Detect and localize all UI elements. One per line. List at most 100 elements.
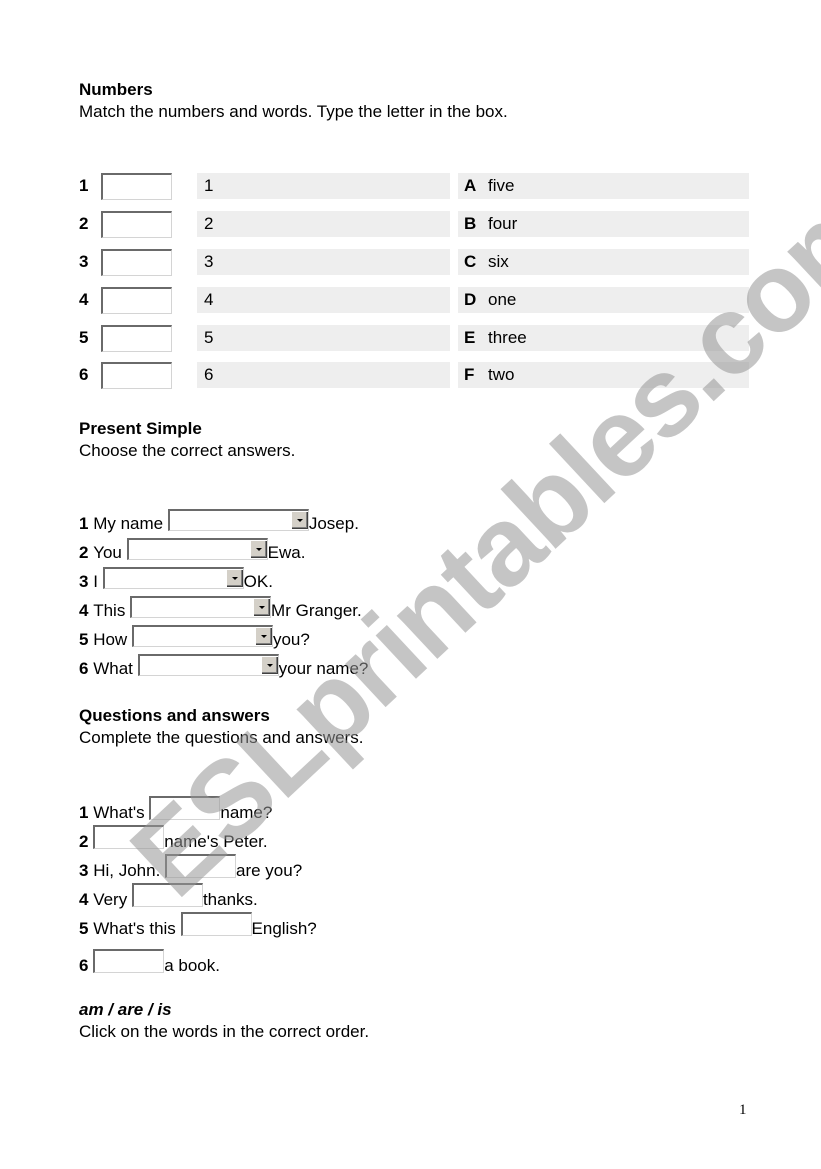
item-number: 5 [79, 630, 89, 649]
word-order-title: am / are / is [79, 1000, 172, 1019]
answer-letter-input[interactable] [101, 173, 172, 200]
item-number: 2 [79, 214, 89, 233]
answer-letter-input[interactable] [101, 325, 172, 352]
answer-letter-input[interactable] [101, 287, 172, 314]
answer-letter-input[interactable] [101, 211, 172, 238]
item-number: 4 [79, 601, 89, 620]
word-cell: Afive [458, 173, 749, 199]
sentence-item: 6 a book. [79, 949, 220, 975]
number-value: 6 [204, 365, 214, 384]
answer-text-input[interactable] [165, 854, 237, 878]
sentence-after: Josep. [308, 514, 359, 533]
number-value: 2 [204, 214, 214, 233]
answer-dropdown[interactable] [131, 625, 273, 647]
answer-text-input[interactable] [149, 796, 221, 820]
answer-letter-input[interactable] [101, 362, 172, 389]
chevron-down-icon[interactable] [254, 627, 272, 645]
sentence-after: a book. [164, 956, 220, 975]
sentence-item: 1 What's name? [79, 796, 272, 822]
item-number: 6 [79, 956, 89, 975]
sentence-item: 4 Very thanks. [79, 883, 258, 909]
sentence-after: name's Peter. [164, 832, 268, 851]
word-cell: Ethree [458, 325, 749, 351]
word-cell: Bfour [458, 211, 749, 237]
word-cell: Done [458, 287, 749, 313]
questions-title: Questions and answers [79, 706, 270, 725]
sentence-before: What's [93, 803, 150, 822]
sentence-item: 3 Hi, John. are you? [79, 854, 302, 880]
chevron-down-icon[interactable] [225, 569, 243, 587]
item-number: 1 [79, 514, 89, 533]
page-number: 1 [739, 1102, 747, 1118]
number-cell: 3 [197, 249, 450, 275]
word-letter: A [464, 176, 477, 195]
answer-dropdown[interactable] [130, 596, 272, 618]
word-value: five [488, 176, 515, 195]
word-letter: E [464, 328, 476, 347]
number-cell: 6 [197, 362, 450, 388]
questions-instruction: Complete the questions and answers. [79, 728, 364, 747]
sentence-after: Mr Granger. [271, 601, 362, 620]
match-row: 6 6 Ftwo [79, 362, 759, 389]
word-cell: Ftwo [458, 362, 749, 388]
sentence-item: 5 How you? [79, 625, 310, 651]
sentence-item: 5 What's this English? [79, 912, 317, 938]
chevron-down-icon[interactable] [253, 598, 271, 616]
answer-text-input[interactable] [180, 912, 252, 936]
answer-text-input[interactable] [93, 825, 165, 849]
item-number: 1 [79, 176, 89, 195]
sentence-before: What [93, 659, 138, 678]
sentence-after: name? [220, 803, 273, 822]
word-letter: F [464, 365, 475, 384]
item-number: 3 [79, 861, 89, 880]
sentence-after: English? [251, 919, 317, 938]
sentence-item: 3 I OK. [79, 567, 273, 593]
chevron-down-icon[interactable] [290, 511, 308, 529]
present-simple-title: Present Simple [79, 419, 202, 438]
item-number: 3 [79, 572, 89, 591]
sentence-before: What's this [93, 919, 181, 938]
sentence-item: 2 You Ewa. [79, 538, 305, 564]
sentence-item: 6 What your name? [79, 654, 368, 680]
item-number: 5 [79, 919, 89, 938]
chevron-down-icon[interactable] [260, 656, 278, 674]
word-letter: C [464, 252, 477, 271]
answer-dropdown[interactable] [126, 538, 268, 560]
match-row: 2 2 Bfour [79, 211, 759, 238]
answer-dropdown[interactable] [167, 509, 309, 531]
item-number: 5 [79, 328, 89, 347]
match-row: 5 5 Ethree [79, 325, 759, 352]
answer-letter-input[interactable] [101, 249, 172, 276]
item-number: 1 [79, 803, 89, 822]
sentence-after: you? [272, 630, 310, 649]
number-cell: 2 [197, 211, 450, 237]
item-number: 3 [79, 252, 89, 271]
word-value: three [488, 328, 527, 347]
item-number: 4 [79, 290, 89, 309]
number-value: 3 [204, 252, 214, 271]
sentence-after: Ewa. [267, 543, 306, 562]
answer-dropdown[interactable] [102, 567, 244, 589]
match-row: 1 1 Afive [79, 173, 759, 200]
sentence-before: I [93, 572, 103, 591]
sentence-item: 1 My name Josep. [79, 509, 359, 535]
word-order-instruction: Click on the words in the correct order. [79, 1022, 370, 1041]
item-number: 2 [79, 832, 89, 851]
item-number: 6 [79, 365, 89, 384]
numbers-title: Numbers [79, 80, 153, 99]
word-value: six [488, 252, 509, 271]
sentence-after: thanks. [202, 890, 258, 909]
sentence-item: 2 name's Peter. [79, 825, 268, 851]
sentence-after: are you? [236, 861, 303, 880]
sentence-before: Very [93, 890, 132, 909]
word-value: one [488, 290, 517, 309]
sentence-before: Hi, John. [93, 861, 166, 880]
answer-text-input[interactable] [93, 949, 165, 973]
sentence-before: You [93, 543, 127, 562]
answer-dropdown[interactable] [137, 654, 279, 676]
sentence-before: My name [93, 514, 168, 533]
chevron-down-icon[interactable] [249, 540, 267, 558]
number-cell: 5 [197, 325, 450, 351]
sentence-item: 4 This Mr Granger. [79, 596, 362, 622]
answer-text-input[interactable] [131, 883, 203, 907]
